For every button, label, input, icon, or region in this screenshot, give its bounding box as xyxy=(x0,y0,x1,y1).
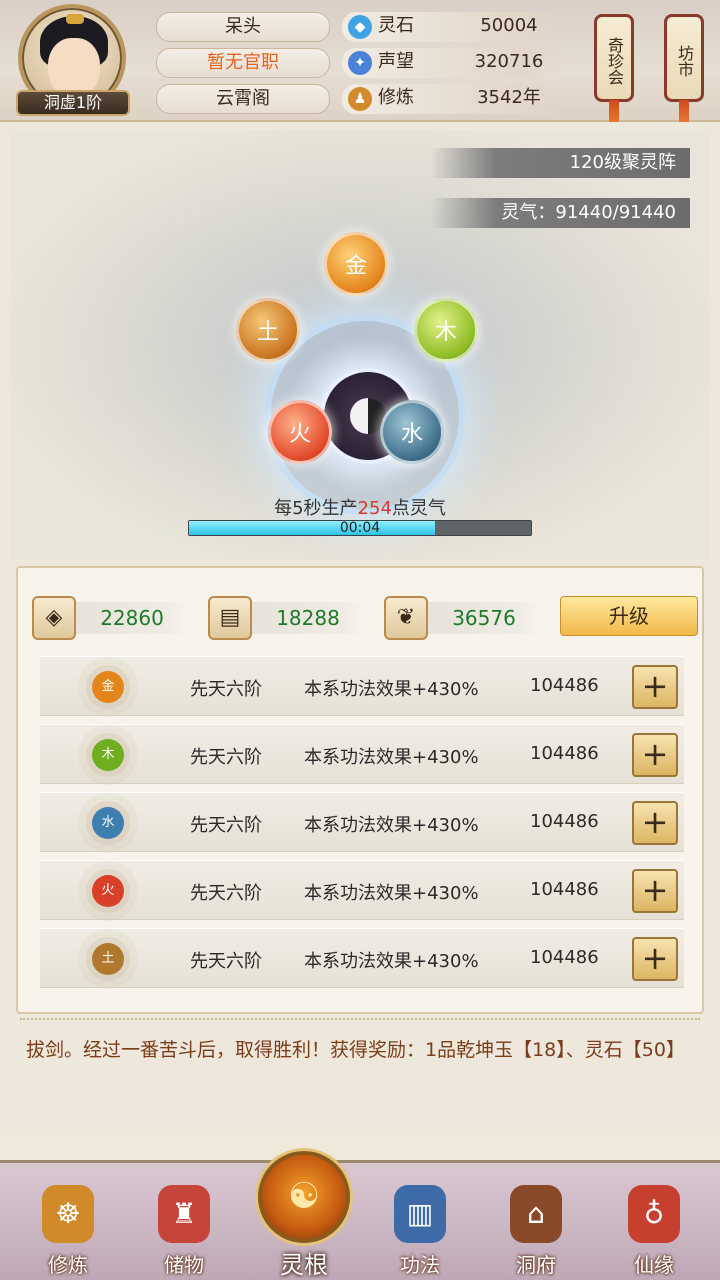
nav-storage[interactable]: ♜ 储物 xyxy=(142,1185,226,1280)
qi-banner: 灵气：91440/91440 xyxy=(430,198,690,228)
attribute-effect: 本系功法效果+430% xyxy=(304,951,479,972)
upgrade-gold-plus-button[interactable]: + xyxy=(632,665,678,709)
resource-name: 灵石 xyxy=(378,15,414,36)
progress-timer: 00:04 xyxy=(339,520,381,536)
spirit-root-panel: ◈ 22860 ▤ 18288 ❦ 36576 升级 金 先天六阶 本系功法效果… xyxy=(16,566,704,1014)
nav-label: 储物 xyxy=(164,1253,204,1277)
attribute-effect: 本系功法效果+430% xyxy=(304,815,479,836)
array-level-banner: 120级聚灵阵 xyxy=(430,148,690,178)
player-title: 暂无官职 xyxy=(156,48,330,78)
attribute-grade: 先天六阶 xyxy=(190,747,262,768)
nav-spirit-root-button[interactable]: ☯ xyxy=(258,1151,350,1243)
production-text: 每5秒生产254点灵气 xyxy=(10,494,710,520)
upgrade-wood-plus-button[interactable]: + xyxy=(632,733,678,777)
resource-value: 50004 xyxy=(480,15,538,36)
nav-immortal-fate[interactable]: ♁ 仙缘 xyxy=(612,1185,696,1280)
bottom-nav: ☸ 修炼 ♜ 储物 ☯ 灵根 ▥ 功法 ⌂ 洞府 ♁ 仙缘 xyxy=(0,1151,720,1280)
nav-techniques[interactable]: ▥ 功法 xyxy=(378,1185,462,1280)
upgrade-button[interactable]: 升级 xyxy=(560,596,698,636)
production-amount: 254 xyxy=(357,498,392,519)
attribute-effect: 本系功法效果+430% xyxy=(304,747,479,768)
element-fire[interactable]: 火 xyxy=(268,400,332,464)
gourd-icon: ♁ xyxy=(628,1185,680,1243)
prestige-icon: ✦ xyxy=(348,51,372,75)
element-water[interactable]: 水 xyxy=(380,400,444,464)
resource-name: 修炼 xyxy=(378,87,414,108)
nav-spirit-root-label: 灵根 xyxy=(280,1251,328,1279)
player-name: 呆头 xyxy=(156,12,330,42)
market-button[interactable]: 坊市 xyxy=(664,14,704,102)
attribute-effect: 本系功法效果+430% xyxy=(304,883,479,904)
attribute-power: 104486 xyxy=(530,947,599,968)
element-wood[interactable]: 木 xyxy=(414,298,478,362)
resource-spirit-stone: ◆ 灵石 50004 xyxy=(342,12,564,42)
attribute-grade: 先天六阶 xyxy=(190,951,262,972)
attribute-row-water: 水 先天六阶 本系功法效果+430% 104486 + xyxy=(40,792,684,852)
attribute-row-wood: 木 先天六阶 本系功法效果+430% 104486 + xyxy=(40,724,684,784)
attribute-row-gold: 金 先天六阶 本系功法效果+430% 104486 + xyxy=(40,656,684,716)
attribute-power: 104486 xyxy=(530,811,599,832)
upgrade-water-plus-button[interactable]: + xyxy=(632,801,678,845)
production-prefix: 每5秒生产 xyxy=(274,498,358,519)
rank-badge: 洞虚1阶 xyxy=(16,90,130,116)
element-gold[interactable]: 金 xyxy=(324,232,388,296)
material-value: 22860 xyxy=(76,602,188,634)
gold-element-icon: 金 xyxy=(92,671,124,703)
spirit-stone-icon: ◆ xyxy=(348,15,372,39)
upgrade-earth-plus-button[interactable]: + xyxy=(632,937,678,981)
scroll-book-icon: ▥ xyxy=(394,1185,446,1243)
fire-element-icon: 火 xyxy=(92,875,124,907)
resource-cultivation: ♟ 修炼 3542年 xyxy=(342,84,564,114)
nav-label: 功法 xyxy=(400,1253,440,1277)
element-earth[interactable]: 土 xyxy=(236,298,300,362)
production-suffix: 点灵气 xyxy=(391,498,446,519)
attribute-row-fire: 火 先天六阶 本系功法效果+430% 104486 + xyxy=(40,860,684,920)
treasure-auction-button[interactable]: 奇珍会 xyxy=(594,14,634,102)
herb-icon: ❦ xyxy=(384,596,428,640)
ore-icon: ◈ xyxy=(32,596,76,640)
production-progress-bar: 00:04 xyxy=(188,520,532,536)
wood-element-icon: 木 xyxy=(92,739,124,771)
upgrade-fire-plus-button[interactable]: + xyxy=(632,869,678,913)
cultivate-icon: ☸ xyxy=(42,1185,94,1243)
attribute-power: 104486 xyxy=(530,675,599,696)
resource-value: 320716 xyxy=(474,51,544,72)
nav-cultivate[interactable]: ☸ 修炼 xyxy=(26,1185,110,1280)
cultivation-icon: ♟ xyxy=(348,87,372,111)
attribute-power: 104486 xyxy=(530,743,599,764)
battle-log: 拔剑。经过一番苦斗后，取得胜利！获得奖励：1品乾坤玉【18】、灵石【50】 xyxy=(26,1039,685,1061)
attribute-power: 104486 xyxy=(530,879,599,900)
nav-label: 洞府 xyxy=(516,1253,556,1277)
attribute-grade: 先天六阶 xyxy=(190,883,262,904)
water-element-icon: 水 xyxy=(92,807,124,839)
main-panel: 120级聚灵阵 灵气：91440/91440 金 土 木 火 水 每5秒生产25… xyxy=(0,122,720,1132)
resource-prestige: ✦ 声望 320716 xyxy=(342,48,564,78)
player-sect: 云霄阁 xyxy=(156,84,330,114)
material-value: 36576 xyxy=(428,602,540,634)
avatar-face xyxy=(48,38,100,98)
resource-name: 声望 xyxy=(378,51,414,72)
nav-cave-dwelling[interactable]: ⌂ 洞府 xyxy=(494,1185,578,1280)
top-header: 洞虚1阶 呆头 暂无官职 云霄阁 ◆ 灵石 50004 ✦ 声望 320716 … xyxy=(0,0,720,130)
storage-bag-icon: ♜ xyxy=(158,1185,210,1243)
cave-house-icon: ⌂ xyxy=(510,1185,562,1243)
wood-icon: ▤ xyxy=(208,596,252,640)
nav-label: 仙缘 xyxy=(634,1253,674,1277)
attribute-grade: 先天六阶 xyxy=(190,679,262,700)
nav-label: 修炼 xyxy=(48,1253,88,1277)
material-value: 18288 xyxy=(252,602,364,634)
attribute-effect: 本系功法效果+430% xyxy=(304,679,479,700)
attribute-grade: 先天六阶 xyxy=(190,815,262,836)
avatar-crown xyxy=(66,14,84,24)
attribute-row-earth: 土 先天六阶 本系功法效果+430% 104486 + xyxy=(40,928,684,988)
earth-element-icon: 土 xyxy=(92,943,124,975)
resource-value: 3542年 xyxy=(477,87,541,108)
log-divider xyxy=(20,1018,700,1022)
